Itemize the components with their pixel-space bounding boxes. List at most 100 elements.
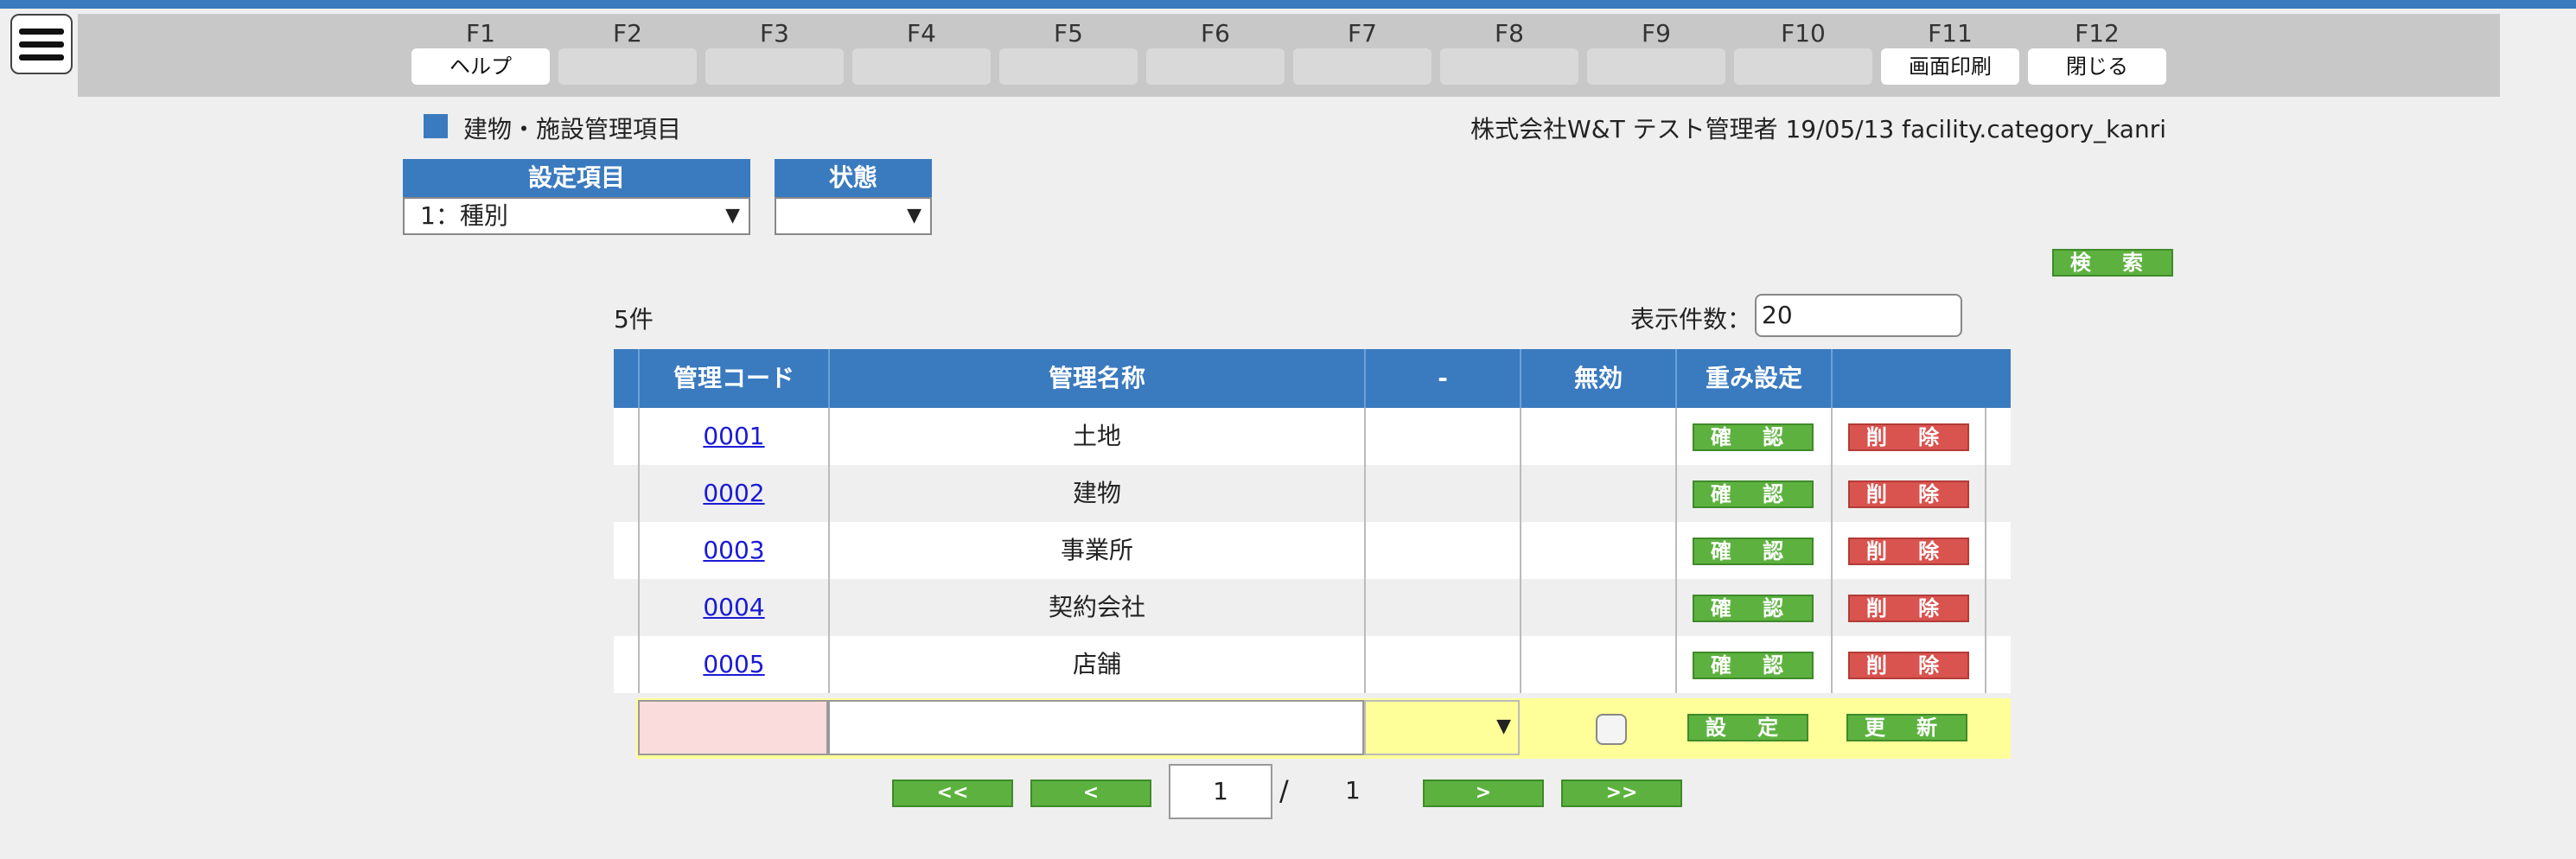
status-label: 状態 [775, 159, 932, 197]
page-title: 建物・施設管理項目 [463, 115, 682, 143]
confirm-button[interactable]: 確 認 [1693, 538, 1814, 565]
fkey-f2: F2 [558, 14, 697, 97]
new-dash-select[interactable]: ▼ [1364, 700, 1520, 755]
fkey-f10: F10 [1734, 14, 1872, 97]
title-square-icon [424, 114, 448, 138]
fkey-button[interactable] [558, 48, 697, 85]
fkey-f6: F6 [1146, 14, 1285, 97]
invalid-cell [1520, 408, 1675, 465]
name-cell: 契約会社 [828, 579, 1364, 636]
header-actions [1831, 349, 1986, 408]
code-link[interactable]: 0002 [703, 479, 764, 507]
fkey-button[interactable] [1146, 48, 1285, 85]
print-screen-button[interactable]: 画面印刷 [1881, 48, 2019, 85]
display-count-input[interactable]: 20 [1755, 294, 1962, 337]
invalid-cell [1520, 465, 1675, 522]
chevron-down-icon: ▼ [1496, 716, 1511, 737]
fkey-number: F10 [1781, 19, 1826, 48]
header-code: 管理コード [638, 349, 828, 408]
invalid-checkbox[interactable] [1596, 714, 1627, 745]
fkey-number: F4 [907, 19, 936, 48]
setting-item-label: 設定項目 [403, 159, 750, 197]
delete-button[interactable]: 削 除 [1848, 538, 1969, 565]
set-button[interactable]: 設 定 [1687, 714, 1808, 741]
table-header: 管理コード 管理名称 - 無効 重み設定 [614, 349, 2011, 408]
name-cell: 土地 [828, 408, 1364, 465]
fkey-f9: F9 [1587, 14, 1725, 97]
name-cell: 事業所 [828, 522, 1364, 579]
update-button[interactable]: 更 新 [1846, 714, 1967, 741]
header-weight: 重み設定 [1675, 349, 1831, 408]
new-name-input[interactable] [828, 700, 1364, 755]
record-count: 5件 [614, 305, 654, 334]
code-link[interactable]: 0001 [703, 422, 764, 450]
fkey-f4: F4 [852, 14, 991, 97]
delete-button[interactable]: 削 除 [1848, 423, 1969, 451]
chevron-down-icon: ▼ [725, 205, 740, 226]
fkey-number: F6 [1201, 19, 1230, 48]
fkey-button[interactable] [1293, 48, 1431, 85]
search-button[interactable]: 検 索 [2052, 249, 2173, 277]
header-info: 株式会社W&T テスト管理者 19/05/13 facility.categor… [1470, 115, 2166, 143]
status-select[interactable]: ▼ [775, 197, 932, 235]
function-key-bar: F1 ヘルプ F2 F3 F4 F5 F6 F7 F8 F9 F10 F11 画… [78, 14, 2500, 97]
delete-button[interactable]: 削 除 [1848, 595, 1969, 622]
fkey-button[interactable] [852, 48, 991, 85]
table-row: 0003 事業所 確 認 削 除 [614, 522, 2011, 579]
setting-item-select[interactable]: 1：種別 ▼ [403, 197, 750, 235]
header-dash: - [1364, 349, 1520, 408]
next-page-button[interactable]: > [1423, 779, 1544, 807]
code-cell: 0003 [638, 522, 828, 579]
header-invalid: 無効 [1520, 349, 1675, 408]
code-cell: 0005 [638, 636, 828, 693]
delete-button[interactable]: 削 除 [1848, 652, 1969, 679]
table-row: 0002 建物 確 認 削 除 [614, 465, 2011, 522]
dash-cell [1364, 465, 1520, 522]
chevron-down-icon: ▼ [907, 205, 921, 226]
fkey-number: F1 [466, 19, 495, 48]
fkey-number: F12 [2075, 19, 2120, 48]
fkey-number: F9 [1642, 19, 1671, 48]
dash-cell [1364, 636, 1520, 693]
dash-cell [1364, 522, 1520, 579]
close-button[interactable]: 閉じる [2028, 48, 2166, 85]
code-link[interactable]: 0005 [703, 650, 764, 678]
fkey-number: F3 [760, 19, 789, 48]
fkey-number: F7 [1348, 19, 1377, 48]
total-pages: 1 [1345, 776, 1361, 805]
fkey-button[interactable] [1587, 48, 1725, 85]
prev-page-button[interactable]: < [1030, 779, 1151, 807]
fkey-button[interactable] [1734, 48, 1872, 85]
hamburger-menu-icon[interactable] [10, 14, 73, 74]
table-row: 0005 店舗 確 認 削 除 [614, 636, 2011, 693]
invalid-cell [1520, 522, 1675, 579]
header-name: 管理名称 [828, 349, 1364, 408]
name-cell: 建物 [828, 465, 1364, 522]
help-button[interactable]: ヘルプ [411, 48, 550, 85]
name-cell: 店舗 [828, 636, 1364, 693]
fkey-button[interactable] [999, 48, 1138, 85]
fkey-f3: F3 [705, 14, 844, 97]
delete-button[interactable]: 削 除 [1848, 480, 1969, 508]
table-row: 0004 契約会社 確 認 削 除 [614, 579, 2011, 636]
dash-cell [1364, 579, 1520, 636]
confirm-button[interactable]: 確 認 [1693, 480, 1814, 508]
confirm-button[interactable]: 確 認 [1693, 652, 1814, 679]
first-page-button[interactable]: << [892, 779, 1013, 807]
confirm-button[interactable]: 確 認 [1693, 595, 1814, 622]
last-page-button[interactable]: >> [1561, 779, 1682, 807]
fkey-number: F11 [1928, 19, 1973, 48]
code-link[interactable]: 0004 [703, 593, 764, 621]
page-number-input[interactable]: 1 [1169, 764, 1272, 819]
new-code-input[interactable] [638, 700, 828, 755]
table-row: 0001 土地 確 認 削 除 [614, 408, 2011, 465]
code-link[interactable]: 0003 [703, 536, 764, 564]
fkey-button[interactable] [705, 48, 844, 85]
fkey-button[interactable] [1440, 48, 1578, 85]
code-cell: 0001 [638, 408, 828, 465]
fkey-f12: F12 閉じる [2028, 14, 2166, 97]
display-count-label: 表示件数： [1630, 305, 1752, 334]
confirm-button[interactable]: 確 認 [1693, 423, 1814, 451]
setting-item-value: 1：種別 [420, 201, 508, 230]
code-cell: 0002 [638, 465, 828, 522]
